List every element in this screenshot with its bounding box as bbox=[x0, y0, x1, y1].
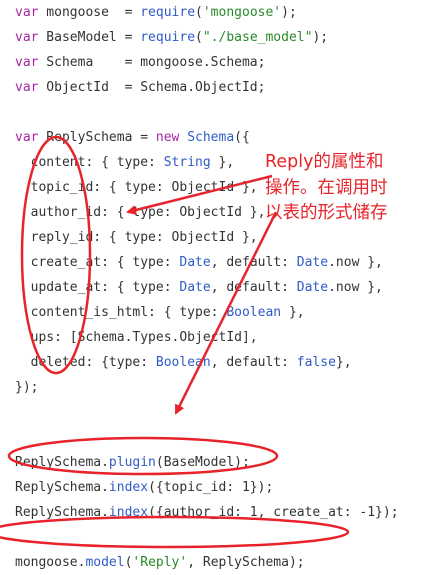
fields-ellipse bbox=[20, 135, 92, 375]
code-token: , ReplySchema); bbox=[187, 555, 305, 570]
code-token: 'Reply' bbox=[132, 555, 188, 570]
index-ellipse bbox=[7, 436, 279, 476]
code-token: ( bbox=[124, 555, 133, 570]
code-line: mongoose.model('Reply', ReplySchema); bbox=[15, 550, 399, 575]
code-token: mongoose. bbox=[15, 555, 86, 570]
arrow-to-plugin bbox=[174, 211, 278, 415]
model-ellipse bbox=[0, 515, 350, 549]
arrow-to-fields bbox=[126, 174, 273, 215]
annotation-overlay bbox=[0, 135, 350, 549]
code-token: model bbox=[85, 555, 125, 570]
